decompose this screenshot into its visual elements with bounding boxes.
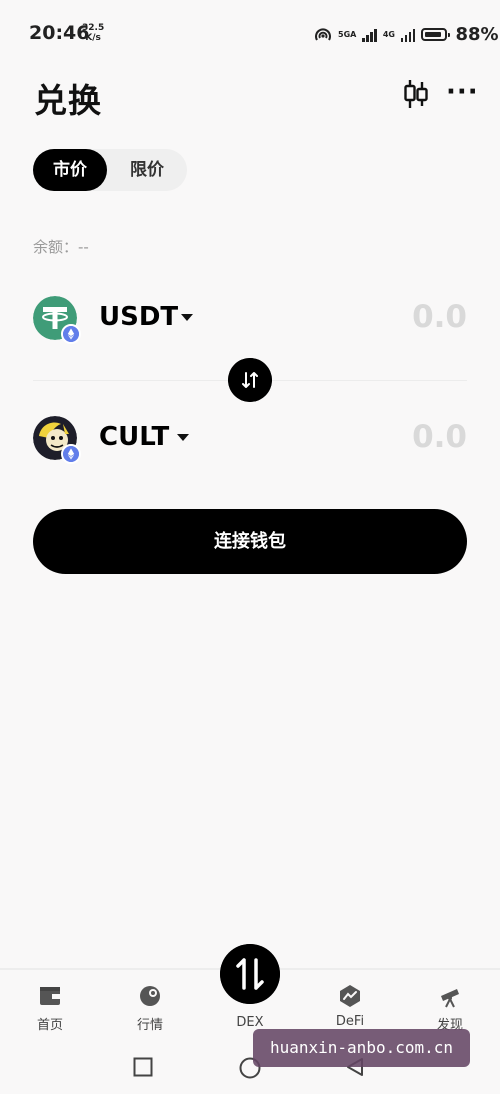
swap-arrows-icon[interactable] bbox=[228, 358, 272, 402]
defi-icon bbox=[340, 985, 360, 1007]
status-time: 20:46 bbox=[29, 22, 90, 44]
nav-discover[interactable]: 发现 bbox=[415, 984, 485, 1034]
balance-row: 余额：-- bbox=[33, 236, 89, 257]
page-title: 兑换 bbox=[34, 81, 102, 120]
battery-percent: 88% bbox=[455, 24, 499, 45]
status-icons: 5GA 4G 88% bbox=[314, 24, 499, 45]
signal-icon-1 bbox=[362, 28, 377, 42]
from-token-row: USDT 0.0 bbox=[33, 296, 467, 356]
hotspot-icon bbox=[315, 27, 331, 41]
chevron-down-icon[interactable] bbox=[177, 434, 189, 441]
nav-defi-label: DeFi bbox=[335, 1014, 365, 1029]
nav-home-label: 首页 bbox=[36, 1018, 63, 1033]
battery-fill bbox=[425, 32, 442, 37]
nav-home[interactable]: 首页 bbox=[15, 984, 85, 1034]
from-token-symbol[interactable]: USDT bbox=[99, 302, 178, 332]
nav-dex-label[interactable]: DEX bbox=[215, 1015, 285, 1030]
network-speed: 32.5 K/s bbox=[82, 23, 104, 43]
nav-market-label: 行情 bbox=[136, 1018, 163, 1033]
chevron-down-icon[interactable] bbox=[181, 314, 193, 321]
ethereum-icon bbox=[61, 444, 81, 464]
to-token-symbol[interactable]: CULT bbox=[99, 422, 169, 452]
speed-value: 32.5 bbox=[82, 23, 105, 33]
tab-limit[interactable]: 限价 bbox=[111, 149, 183, 191]
swap-icon[interactable] bbox=[220, 944, 280, 1004]
battery-icon bbox=[421, 28, 451, 41]
ethereum-icon bbox=[61, 324, 81, 344]
speed-unit: K/s bbox=[85, 33, 101, 43]
connect-wallet-button[interactable]: 连接钱包 bbox=[33, 509, 467, 574]
balance-label: 余额： bbox=[33, 238, 79, 256]
recent-apps-icon[interactable] bbox=[133, 1057, 153, 1077]
network-label-1: 5GA bbox=[338, 29, 357, 39]
signal-icon-2 bbox=[400, 28, 416, 42]
watermark-overlay: huanxin-anbo.com.cn bbox=[253, 1029, 470, 1067]
tab-market[interactable]: 市价 bbox=[33, 149, 107, 191]
market-icon bbox=[140, 986, 160, 1006]
nav-defi[interactable]: DeFi bbox=[315, 984, 385, 1034]
network-label-2: 4G bbox=[382, 29, 395, 39]
nav-market[interactable]: 行情 bbox=[115, 984, 185, 1034]
balance-value: -- bbox=[78, 238, 89, 256]
to-amount-input[interactable]: 0.0 bbox=[412, 419, 467, 455]
candlestick-chart-icon[interactable] bbox=[402, 78, 430, 110]
to-token-row: CULT 0.0 bbox=[33, 416, 467, 476]
status-bar: 20:46 32.5 K/s 5GA 4G 88% bbox=[0, 0, 500, 66]
telescope-icon bbox=[441, 989, 459, 1008]
wallet-icon bbox=[40, 987, 60, 1005]
more-dots-icon[interactable]: ··· bbox=[446, 79, 478, 108]
from-amount-input[interactable]: 0.0 bbox=[412, 299, 467, 335]
order-type-tabs: 市价 限价 bbox=[33, 149, 187, 191]
